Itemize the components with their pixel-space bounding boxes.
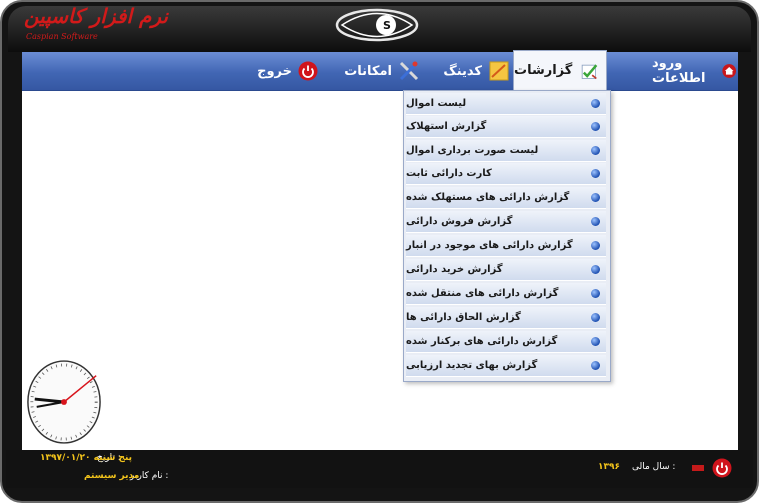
dropdown-item-asset-inventory-list[interactable]: لیست صورت برداری اموال xyxy=(406,140,606,162)
bullet-icon xyxy=(591,146,600,155)
dropdown-item-label: گزارش دارائی های منتقل شده xyxy=(406,288,559,299)
bullet-icon xyxy=(591,289,600,298)
dropdown-item-depreciated-assets[interactable]: گزارش دارائی های مستهلک شده xyxy=(406,187,606,209)
bullet-icon xyxy=(591,99,600,108)
dropdown-item-transferred-assets[interactable]: گزارش دارائی های منتقل شده xyxy=(406,283,606,305)
dropdown-item-label: گزارش دارائی های مستهلک شده xyxy=(406,192,570,203)
power-icon xyxy=(298,61,318,81)
bullet-icon xyxy=(591,265,600,274)
menu-item-label: امکانات xyxy=(344,63,392,79)
bullet-icon xyxy=(591,217,600,226)
dropdown-item-asset-attachments[interactable]: گزارش الحاق دارائی ها xyxy=(406,307,606,329)
brand-emblem-icon: S xyxy=(335,8,419,42)
report-check-icon xyxy=(582,63,598,79)
dropdown-item-label: گزارش الحاق دارائی ها xyxy=(406,312,521,323)
bullet-icon xyxy=(591,337,600,346)
dropdown-item-assets-in-warehouse[interactable]: گزارش دارائی های موجود در انبار xyxy=(406,235,606,257)
dropdown-item-depreciation-report[interactable]: گزارش استهلاک xyxy=(406,116,606,138)
dropdown-item-label: کارت دارائی ثابت xyxy=(406,168,492,179)
bullet-icon xyxy=(591,122,600,131)
status-fiscal-year-label: سال مالی : xyxy=(632,462,676,472)
status-bar: تاریخ : پنج شنبه ۱۳۹۷/۰۱/۲۰ نام کاربر : … xyxy=(6,450,753,488)
bullet-icon xyxy=(591,241,600,250)
logo-text: نرم افزار کاسپین xyxy=(24,4,168,28)
logo-subtext: Caspian Software xyxy=(26,32,98,41)
bullet-icon xyxy=(591,193,600,202)
dropdown-item-label: گزارش فروش دارائی xyxy=(406,216,513,227)
tools-icon xyxy=(399,61,419,81)
power-button[interactable] xyxy=(712,458,732,478)
dropdown-item-label: گزارش دارائی های موجود در انبار xyxy=(406,240,573,251)
dropdown-item-disposed-assets[interactable]: گزارش دارائی های برکنار شده xyxy=(406,331,606,353)
bullet-icon xyxy=(591,361,600,370)
dropdown-item-label: گزارش دارائی های برکنار شده xyxy=(406,336,558,347)
bullet-icon xyxy=(591,169,600,178)
status-user-value: مدیر سیستم xyxy=(84,471,140,481)
app-logo: نرم افزار کاسپین Caspian Software xyxy=(24,4,168,48)
dropdown-item-asset-sales[interactable]: گزارش فروش دارائی xyxy=(406,211,606,233)
dropdown-item-label: گزارش بهای تجدید ارزیابی xyxy=(406,360,538,371)
dropdown-item-label: لیست اموال xyxy=(406,98,467,109)
dropdown-item-fixed-asset-card[interactable]: کارت دارائی ثابت xyxy=(406,163,606,185)
menu-item-coding[interactable]: کدینگ xyxy=(424,52,510,90)
dropdown-item-label: گزارش استهلاک xyxy=(406,121,487,132)
analog-clock-icon xyxy=(27,360,101,444)
menu-item-tools[interactable]: امکانات xyxy=(330,52,420,90)
menu-item-label: کدینگ xyxy=(443,63,482,79)
menu-item-reports[interactable]: گزارشات xyxy=(513,50,607,90)
dropdown-item-label: لیست صورت برداری اموال xyxy=(406,145,539,156)
dropdown-item-revaluation-report[interactable]: گزارش بهای تجدید ارزیابی xyxy=(406,355,606,377)
red-indicator-icon xyxy=(692,465,704,471)
main-content-area xyxy=(22,91,738,450)
home-icon xyxy=(721,64,736,78)
dropdown-item-asset-list[interactable]: لیست اموال xyxy=(406,93,606,115)
menu-item-label: خروج xyxy=(257,63,292,79)
dropdown-item-label: گزارش خرید دارائی xyxy=(406,264,503,275)
menu-item-data-entry[interactable]: ورود اطلاعات xyxy=(652,52,736,90)
reports-dropdown-menu: لیست اموال گزارش استهلاک لیست صورت بردار… xyxy=(403,90,611,382)
notepad-icon xyxy=(489,61,509,81)
menu-item-label: گزارشات xyxy=(514,63,573,78)
svg-text:S: S xyxy=(383,19,391,32)
status-fiscal-year-value: ۱۳۹۶ xyxy=(598,462,620,472)
bullet-icon xyxy=(591,313,600,322)
menu-item-label: ورود اطلاعات xyxy=(652,56,706,86)
main-menubar: ورود اطلاعات گزارشات کدینگ امکانات خروج xyxy=(22,50,738,91)
menu-item-exit[interactable]: خروج xyxy=(248,52,318,90)
dropdown-item-asset-purchase[interactable]: گزارش خرید دارائی xyxy=(406,259,606,281)
status-date-value: پنج شنبه ۱۳۹۷/۰۱/۲۰ xyxy=(40,453,132,463)
